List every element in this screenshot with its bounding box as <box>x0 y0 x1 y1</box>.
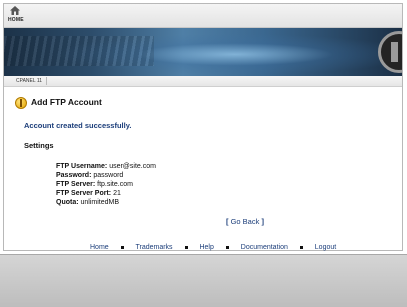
footer-link-home[interactable]: Home <box>90 244 109 251</box>
page-title: Add FTP Account <box>31 97 102 107</box>
footer-link-trademarks[interactable]: Trademarks <box>135 244 172 251</box>
detail-value: 21 <box>113 190 121 197</box>
bottom-background <box>0 254 407 307</box>
go-back-container: [ Go Back ] <box>226 217 264 226</box>
banner-cable-graphic <box>4 36 154 66</box>
settings-heading: Settings <box>24 141 54 150</box>
footer-separator <box>299 245 303 249</box>
footer-separator <box>225 245 229 249</box>
home-link[interactable]: HOME <box>8 17 24 23</box>
detail-row-quota: Quota: unlimitedMB <box>56 198 119 207</box>
detail-value: ftp.site.com <box>97 181 133 188</box>
home-icon[interactable] <box>10 6 20 15</box>
header-banner <box>4 28 402 76</box>
detail-label: FTP Server Port: <box>56 190 112 197</box>
detail-row-server: FTP Server: ftp.site.com <box>56 180 133 189</box>
ftp-account-icon <box>15 97 27 109</box>
detail-value: user@site.com <box>109 163 156 170</box>
detail-value: password <box>93 172 124 179</box>
top-nav-bar: HOME <box>4 4 402 28</box>
tab-cpanel[interactable]: CPANEL 11 <box>12 77 48 85</box>
detail-value: unlimitedMB <box>80 199 120 206</box>
detail-label: Quota: <box>56 199 79 206</box>
footer-separator <box>120 245 124 249</box>
footer-link-help[interactable]: Help <box>199 244 213 251</box>
detail-label: FTP Username: <box>56 163 108 170</box>
cpanel-logo <box>378 31 402 73</box>
footer-links: Home Trademarks Help Documentation Logou… <box>90 244 390 254</box>
footer-separator <box>184 245 188 249</box>
go-back-link[interactable]: Go Back <box>231 217 260 226</box>
success-message: Account created successfully. <box>24 121 132 130</box>
footer-link-logout[interactable]: Logout <box>315 244 336 251</box>
sub-nav-bar: CPANEL 11 <box>4 76 402 87</box>
bracket-open: [ <box>226 217 229 226</box>
detail-label: Password: <box>56 172 92 179</box>
bracket-close: ] <box>261 217 264 226</box>
detail-row-password: Password: password <box>56 171 123 180</box>
detail-row-username: FTP Username: user@site.com <box>56 162 156 171</box>
detail-row-port: FTP Server Port: 21 <box>56 189 121 198</box>
detail-label: FTP Server: <box>56 181 96 188</box>
footer-link-documentation[interactable]: Documentation <box>241 244 288 251</box>
